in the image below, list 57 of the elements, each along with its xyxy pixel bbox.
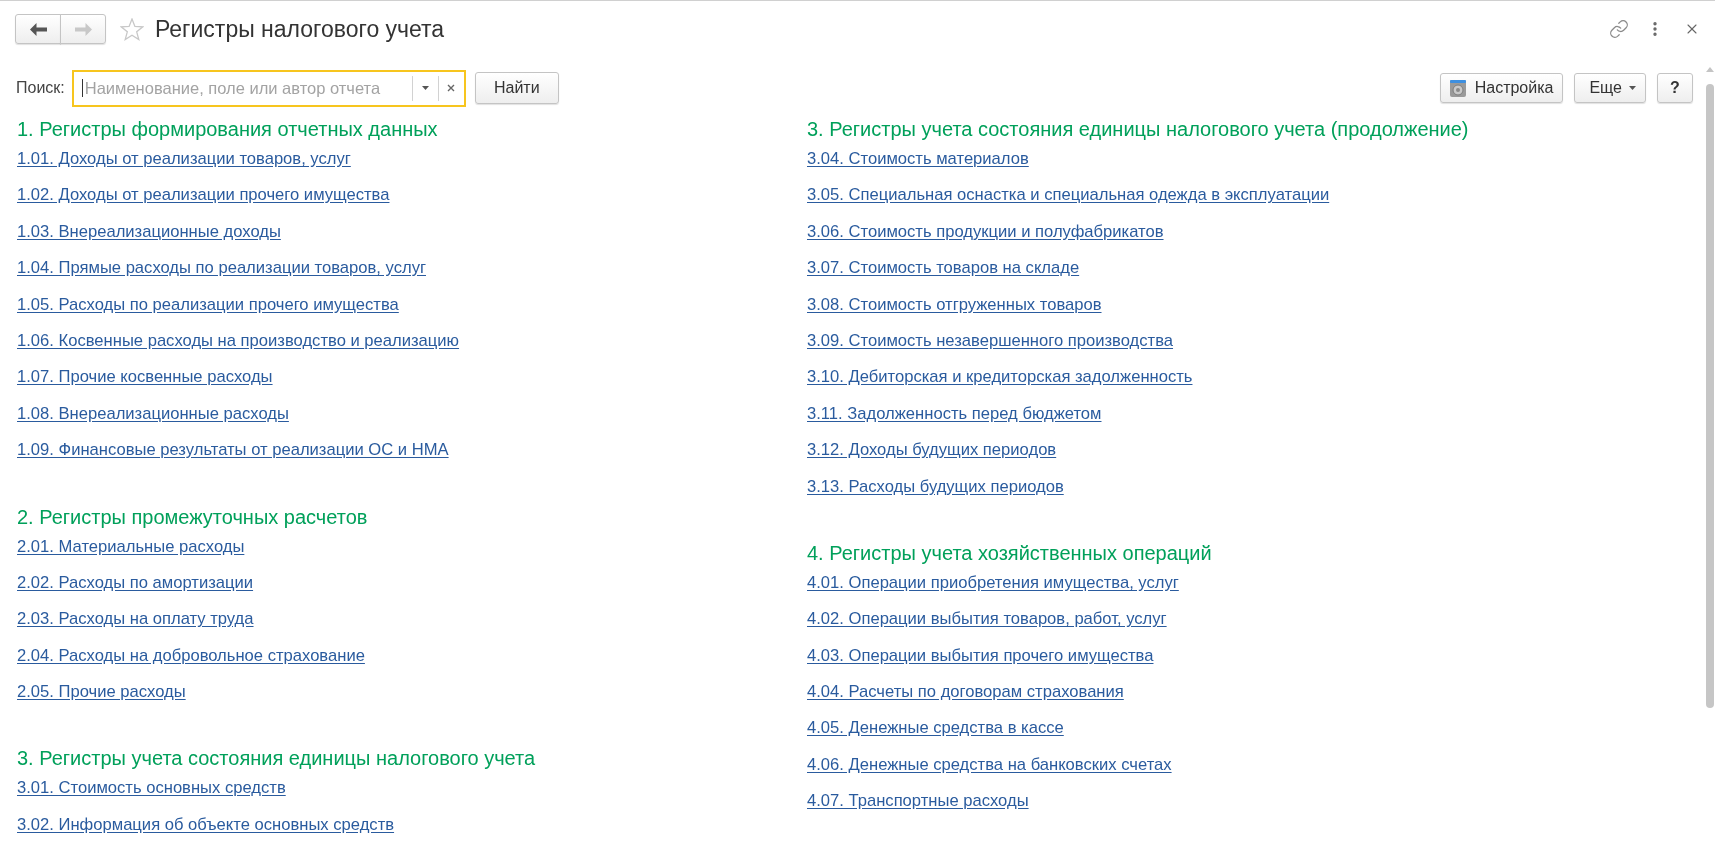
- report-link[interactable]: 4.06. Денежные средства на банковских счетах: [807, 754, 1172, 775]
- report-link[interactable]: 4.04. Расчеты по договорам страхования: [807, 682, 1124, 703]
- section-heading: 1. Регистры формирования отчетных данных: [17, 117, 438, 142]
- report-link[interactable]: 2.01. Материальные расходы: [17, 536, 245, 557]
- report-link[interactable]: 1.06. Косвенные расходы на производство и реализацию: [17, 330, 460, 351]
- report-link[interactable]: 1.05. Расходы по реализации прочего имущества: [17, 294, 399, 315]
- report-link[interactable]: 3.12. Доходы будущих периодов: [807, 440, 1057, 461]
- report-link[interactable]: 2.02. Расходы по амортизации: [17, 572, 254, 593]
- report-link[interactable]: 3.02. Информация об объекте основных средств: [17, 814, 395, 835]
- report-link[interactable]: 4.03. Операции выбытия прочего имущества: [807, 645, 1154, 666]
- report-link[interactable]: 3.10. Дебиторская и кредиторская задолженность: [807, 367, 1193, 388]
- report-link[interactable]: 4.01. Операции приобретения имущества, услуг: [807, 572, 1179, 593]
- clear-icon[interactable]: [447, 84, 456, 92]
- search-input[interactable]: Наименование, поле или автор отчета: [84, 75, 412, 101]
- caret-icon: [1629, 86, 1636, 90]
- report-link[interactable]: 3.01. Стоимость основных средств: [17, 778, 286, 799]
- back-button[interactable]: [15, 14, 61, 44]
- text-cursor-icon: [81, 79, 83, 97]
- section-heading: 3. Регистры учета состояния единицы налогового учета (продолжение): [807, 117, 1469, 142]
- report-link[interactable]: 1.02. Доходы от реализации прочего имущества: [17, 185, 390, 206]
- report-link[interactable]: 1.01. Доходы от реализации товаров, услуг: [17, 149, 351, 169]
- settings-button[interactable]: Настройка: [1439, 73, 1564, 103]
- star-icon[interactable]: [120, 17, 144, 41]
- report-link[interactable]: 4.02. Операции выбытия товаров, работ, услуг: [807, 609, 1167, 630]
- report-link[interactable]: 3.04. Стоимость материалов: [807, 149, 1029, 169]
- more-button[interactable]: Еще: [1574, 73, 1646, 103]
- report-link[interactable]: 2.03. Расходы на оплату труда: [17, 609, 254, 630]
- report-link[interactable]: 3.13. Расходы будущих периодов: [807, 476, 1064, 497]
- report-link[interactable]: 4.07. Транспортные расходы: [807, 791, 1029, 812]
- report-link[interactable]: 3.07. Стоимость товаров на складе: [807, 258, 1080, 279]
- report-link[interactable]: 1.09. Финансовые результаты от реализации ОС и НМА: [17, 440, 449, 461]
- settings-icon: [1449, 79, 1466, 97]
- search-label: Поиск:: [16, 78, 65, 98]
- report-link[interactable]: 3.08. Стоимость отгруженных товаров: [807, 294, 1102, 315]
- report-link[interactable]: 3.06. Стоимость продукции и полуфабрикатов: [807, 221, 1164, 242]
- search-box[interactable]: Наименование, поле или автор отчета: [71, 69, 466, 107]
- report-link[interactable]: 1.04. Прямые расходы по реализации товаров, услуг: [17, 258, 426, 279]
- help-button[interactable]: ?: [1657, 73, 1693, 103]
- section-heading: 4. Регистры учета хозяйственных операций: [807, 540, 1212, 566]
- report-link[interactable]: 1.03. Внереализационные доходы: [17, 221, 281, 242]
- report-link[interactable]: 3.11. Задолженность перед бюджетом: [807, 403, 1102, 424]
- window-title: Регистры налогового учета: [155, 14, 445, 44]
- report-link[interactable]: 3.09. Стоимость незавершенного производства: [807, 330, 1174, 351]
- scrollbar-thumb[interactable]: [1706, 84, 1714, 708]
- arrow-left-icon: [29, 22, 47, 36]
- link-icon[interactable]: [1609, 19, 1629, 39]
- find-button[interactable]: Найти: [474, 72, 559, 104]
- report-link[interactable]: 2.04. Расходы на добровольное страхование: [17, 645, 365, 666]
- report-link[interactable]: 3.05. Специальная оснастка и специальная одежда в эксплуатации: [807, 185, 1330, 206]
- arrow-right-icon: [74, 22, 92, 36]
- report-link[interactable]: 2.05. Прочие расходы: [17, 682, 186, 703]
- section-heading: 3. Регистры учета состояния единицы налогового учета: [17, 746, 536, 772]
- report-link[interactable]: 1.07. Прочие косвенные расходы: [17, 367, 273, 388]
- report-link[interactable]: 1.08. Внереализационные расходы: [17, 403, 289, 424]
- caret-icon[interactable]: [421, 86, 429, 90]
- report-link[interactable]: 4.05. Денежные средства в кассе: [807, 718, 1064, 739]
- section-heading: 2. Регистры промежуточных расчетов: [17, 504, 368, 530]
